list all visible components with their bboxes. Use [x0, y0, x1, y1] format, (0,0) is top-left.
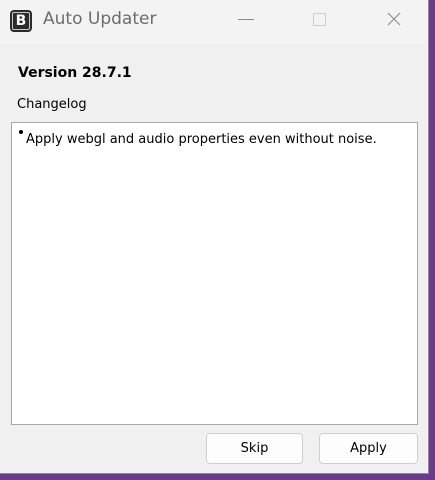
maximize-button[interactable] — [291, 0, 347, 38]
window-title: Auto Updater — [43, 9, 157, 29]
close-button[interactable] — [366, 0, 422, 38]
maximize-icon — [312, 12, 326, 26]
changelog-item: Apply webgl and audio properties even wi… — [26, 131, 406, 148]
app-icon: B — [10, 10, 32, 32]
version-label: Version 28.7.1 — [18, 65, 132, 81]
close-icon — [387, 12, 401, 26]
apply-button[interactable]: Apply — [319, 433, 418, 464]
title-bar[interactable]: B Auto Updater — [0, 0, 428, 44]
skip-button[interactable]: Skip — [206, 433, 303, 464]
minimize-icon — [238, 18, 254, 20]
minimize-button[interactable] — [218, 0, 274, 38]
bullet-icon — [19, 130, 23, 134]
auto-updater-window: B Auto Updater Version 28.7.1 Changelog … — [0, 0, 429, 474]
changelog-label: Changelog — [17, 97, 87, 112]
changelog-item-text: Apply webgl and audio properties even wi… — [26, 132, 377, 147]
changelog-textbox[interactable]: Apply webgl and audio properties even wi… — [11, 122, 418, 425]
